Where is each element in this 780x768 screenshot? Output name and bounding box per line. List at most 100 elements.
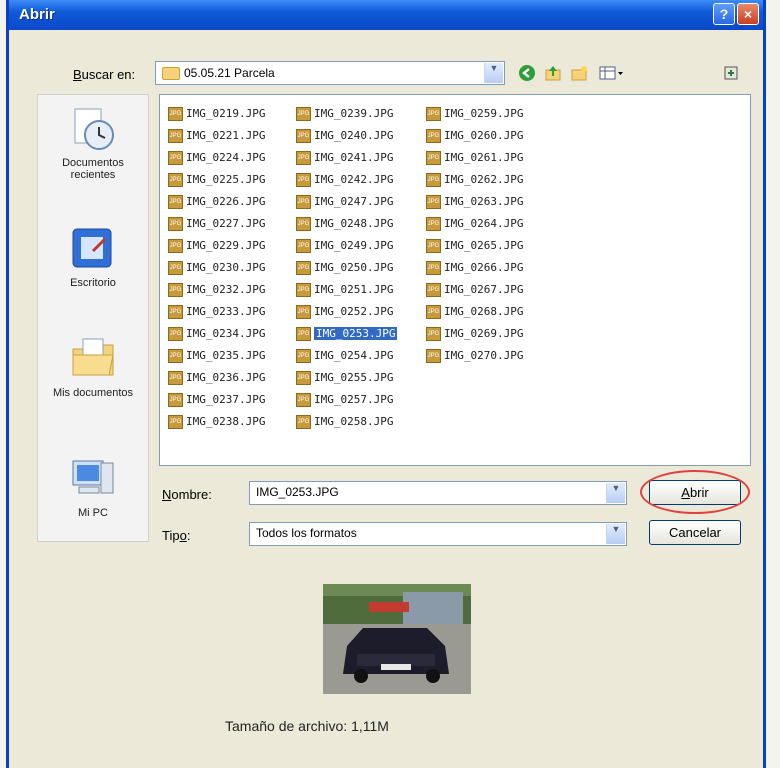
file-item[interactable]: JPG IMG_0262.JPG xyxy=(426,169,523,191)
file-name: IMG_0235.JPG xyxy=(186,349,266,362)
file-name: IMG_0224.JPG xyxy=(186,151,266,164)
jpg-file-icon: JPG xyxy=(296,129,311,143)
file-item[interactable]: JPG IMG_0259.JPG xyxy=(426,103,523,125)
file-item[interactable]: JPG IMG_0267.JPG xyxy=(426,279,523,301)
file-item[interactable]: JPG IMG_0251.JPG xyxy=(296,279,397,301)
file-item[interactable]: JPG IMG_0221.JPG xyxy=(168,125,265,147)
file-size-text: Tamaño de archivo: 1,11M xyxy=(225,718,389,734)
jpg-file-icon: JPG xyxy=(426,129,441,143)
jpg-file-icon: JPG xyxy=(426,107,441,121)
place-my-documents[interactable]: Mis documentos xyxy=(38,335,148,399)
file-list[interactable]: JPG IMG_0219.JPG JPG IMG_0221.JPG JPG IMG_022… xyxy=(159,94,751,466)
cancel-button[interactable]: Cancelar xyxy=(649,520,741,545)
file-type-combo[interactable]: Todos los formatos ▼ xyxy=(249,522,627,546)
file-item[interactable]: JPG IMG_0233.JPG xyxy=(168,301,265,323)
file-item[interactable]: JPG IMG_0219.JPG xyxy=(168,103,265,125)
file-item[interactable]: JPG IMG_0265.JPG xyxy=(426,235,523,257)
file-item[interactable]: JPG IMG_0260.JPG xyxy=(426,125,523,147)
jpg-file-icon: JPG xyxy=(168,129,183,143)
jpg-file-icon: JPG xyxy=(296,305,311,319)
file-item[interactable]: JPG IMG_0253.JPG xyxy=(296,323,398,345)
file-name-combo[interactable]: IMG_0253.JPG ▼ xyxy=(249,481,627,505)
up-folder-icon[interactable] xyxy=(543,64,563,84)
jpg-file-icon: JPG xyxy=(296,393,311,407)
jpg-file-icon: JPG xyxy=(426,173,441,187)
chevron-down-icon[interactable]: ▼ xyxy=(484,63,503,83)
file-item[interactable]: JPG IMG_0232.JPG xyxy=(168,279,265,301)
file-name: IMG_0249.JPG xyxy=(314,239,394,252)
jpg-file-icon: JPG xyxy=(296,349,311,363)
file-item[interactable]: JPG IMG_0236.JPG xyxy=(168,367,265,389)
file-item[interactable]: JPG IMG_0257.JPG xyxy=(296,389,397,411)
file-item[interactable]: JPG IMG_0241.JPG xyxy=(296,147,397,169)
file-item[interactable]: JPG IMG_0263.JPG xyxy=(426,191,523,213)
file-item[interactable]: JPG IMG_0224.JPG xyxy=(168,147,265,169)
jpg-file-icon: JPG xyxy=(426,327,441,341)
look-in-combo[interactable]: 05.05.21 Parcela ▼ xyxy=(155,61,505,85)
file-name: IMG_0258.JPG xyxy=(314,415,394,428)
new-folder-icon[interactable] xyxy=(569,64,589,84)
file-item[interactable]: JPG IMG_0254.JPG xyxy=(296,345,397,367)
file-item[interactable]: JPG IMG_0227.JPG xyxy=(168,213,265,235)
file-name: IMG_0238.JPG xyxy=(186,415,266,428)
title-bar[interactable]: Abrir ? × xyxy=(9,0,763,30)
file-item[interactable]: JPG IMG_0235.JPG xyxy=(168,345,265,367)
file-item[interactable]: JPG IMG_0255.JPG xyxy=(296,367,397,389)
file-name: IMG_0219.JPG xyxy=(186,107,266,120)
jpg-file-icon: JPG xyxy=(168,415,183,429)
file-item[interactable]: JPG IMG_0248.JPG xyxy=(296,213,397,235)
file-item[interactable]: JPG IMG_0258.JPG xyxy=(296,411,397,433)
file-item[interactable]: JPG IMG_0266.JPG xyxy=(426,257,523,279)
file-name: IMG_0226.JPG xyxy=(186,195,266,208)
recent-documents-icon xyxy=(69,105,117,153)
file-item[interactable]: JPG IMG_0250.JPG xyxy=(296,257,397,279)
file-item[interactable]: JPG IMG_0270.JPG xyxy=(426,345,523,367)
file-item[interactable]: JPG IMG_0226.JPG xyxy=(168,191,265,213)
back-icon[interactable] xyxy=(517,64,537,84)
jpg-file-icon: JPG xyxy=(426,305,441,319)
file-name: IMG_0248.JPG xyxy=(314,217,394,230)
file-item[interactable]: JPG IMG_0247.JPG xyxy=(296,191,397,213)
file-name: IMG_0259.JPG xyxy=(444,107,524,120)
file-item[interactable]: JPG IMG_0269.JPG xyxy=(426,323,523,345)
jpg-file-icon: JPG xyxy=(168,305,183,319)
file-name: IMG_0262.JPG xyxy=(444,173,524,186)
file-type-value: Todos los formatos xyxy=(256,526,357,540)
close-button[interactable]: × xyxy=(737,3,759,25)
file-item[interactable]: JPG IMG_0239.JPG xyxy=(296,103,397,125)
jpg-file-icon: JPG xyxy=(296,217,311,231)
file-item[interactable]: JPG IMG_0261.JPG xyxy=(426,147,523,169)
place-my-computer[interactable]: Mi PC xyxy=(38,455,148,519)
file-name: IMG_0266.JPG xyxy=(444,261,524,274)
chevron-down-icon[interactable]: ▼ xyxy=(606,483,625,503)
file-item[interactable]: JPG IMG_0240.JPG xyxy=(296,125,397,147)
file-name: IMG_0236.JPG xyxy=(186,371,266,384)
tools-icon[interactable] xyxy=(721,64,741,84)
file-item[interactable]: JPG IMG_0230.JPG xyxy=(168,257,265,279)
chevron-down-icon[interactable]: ▼ xyxy=(606,524,625,544)
file-item[interactable]: JPG IMG_0242.JPG xyxy=(296,169,397,191)
file-name: IMG_0241.JPG xyxy=(314,151,394,164)
open-file-dialog: Abrir ? × Buscar en: 05.05.21 Parcela ▼ … xyxy=(6,0,766,768)
file-name: IMG_0260.JPG xyxy=(444,129,524,142)
file-column-2: JPG IMG_0239.JPG JPG IMG_0240.JPG JPG IMG_024… xyxy=(296,103,398,433)
file-item[interactable]: JPG IMG_0264.JPG xyxy=(426,213,523,235)
file-item[interactable]: JPG IMG_0252.JPG xyxy=(296,301,397,323)
jpg-file-icon: JPG xyxy=(426,349,441,363)
file-item[interactable]: JPG IMG_0229.JPG xyxy=(168,235,265,257)
help-button[interactable]: ? xyxy=(713,3,735,25)
file-item[interactable]: JPG IMG_0249.JPG xyxy=(296,235,397,257)
jpg-file-icon: JPG xyxy=(296,327,311,341)
file-item[interactable]: JPG IMG_0268.JPG xyxy=(426,301,523,323)
file-item[interactable]: JPG IMG_0238.JPG xyxy=(168,411,265,433)
file-item[interactable]: JPG IMG_0237.JPG xyxy=(168,389,265,411)
place-desktop[interactable]: Escritorio xyxy=(38,225,148,289)
view-menu-icon[interactable] xyxy=(597,64,627,84)
file-name: IMG_0250.JPG xyxy=(314,261,394,274)
file-item[interactable]: JPG IMG_0234.JPG xyxy=(168,323,265,345)
file-name: IMG_0230.JPG xyxy=(186,261,266,274)
file-item[interactable]: JPG IMG_0225.JPG xyxy=(168,169,265,191)
image-preview xyxy=(323,584,471,694)
place-recent-documents[interactable]: Documentos recientes xyxy=(38,105,148,181)
jpg-file-icon: JPG xyxy=(426,195,441,209)
